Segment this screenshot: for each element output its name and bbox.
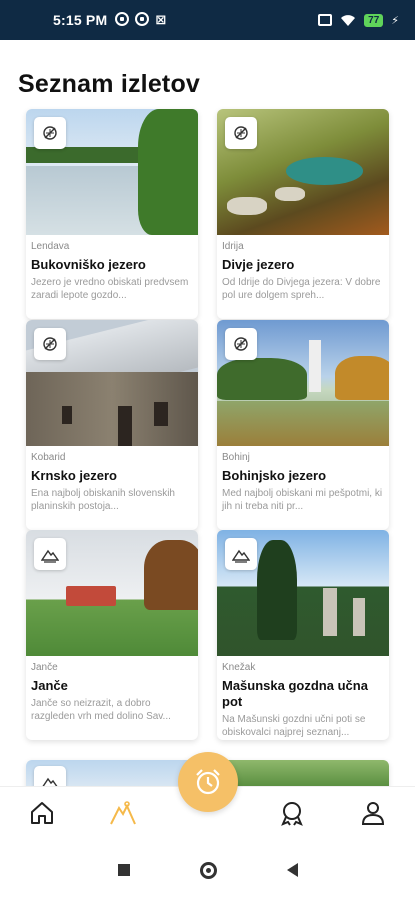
trip-name: Krnsko jezero bbox=[31, 468, 117, 483]
system-navigation-bar bbox=[0, 840, 415, 900]
screen-record-icon bbox=[318, 14, 333, 26]
status-right-icons: 77 ⚡ bbox=[318, 13, 399, 27]
trip-region: Kobarid bbox=[31, 452, 66, 463]
alarm-clock-icon bbox=[196, 769, 220, 795]
trip-card[interactable]: Bohinj Bohinjsko jezero Med najbolj obis… bbox=[217, 320, 389, 530]
status-left-icons: ⊠ bbox=[115, 12, 166, 28]
trip-region: Bohinj bbox=[222, 452, 250, 463]
trip-image bbox=[26, 320, 198, 446]
hiking-icon bbox=[225, 117, 257, 149]
app-screen: 5:15 PM ⊠ 77 ⚡ Seznam izletov Lendava Bu… bbox=[0, 0, 415, 900]
status-time: 5:15 PM bbox=[53, 12, 108, 28]
trip-image bbox=[26, 109, 198, 235]
trip-name: Bohinjsko jezero bbox=[222, 468, 327, 483]
trip-card[interactable]: Kobarid Krnsko jezero Ena najbolj obiska… bbox=[26, 320, 198, 530]
trip-region: Idrija bbox=[222, 241, 244, 252]
trip-description: Ena najbolj obiskanih slovenskih planins… bbox=[31, 488, 175, 512]
trip-region: Janče bbox=[31, 662, 58, 673]
charging-icon: ⚡ bbox=[391, 14, 399, 27]
mail-icon: ⊠ bbox=[155, 12, 167, 27]
trip-name: Bukovniško jezero bbox=[31, 257, 146, 272]
notification-icon bbox=[115, 12, 130, 26]
trips-icon[interactable] bbox=[107, 797, 139, 829]
trip-name: Divje jezero bbox=[222, 257, 295, 272]
page-title: Seznam izletov bbox=[18, 70, 201, 98]
trip-description: Jezero je vredno obiskati predvsem zarad… bbox=[31, 277, 189, 301]
trip-description: Od Idrije do Divjega jezera: V dobre pol… bbox=[222, 277, 381, 301]
trip-card[interactable]: Knežak Mašunska gozdna učna pot Na Mašun… bbox=[217, 530, 389, 740]
trip-card[interactable]: Idrija Divje jezero Od Idrije do Divjega… bbox=[217, 109, 389, 319]
battery-icon: 77 bbox=[364, 13, 384, 27]
mountain-icon bbox=[225, 538, 257, 570]
trip-card[interactable]: Janče Janče Janče so neizrazit, a dobro … bbox=[26, 530, 198, 740]
trip-region: Knežak bbox=[222, 662, 256, 673]
back-icon[interactable] bbox=[286, 863, 298, 877]
trip-image bbox=[217, 320, 389, 446]
trip-image bbox=[26, 530, 198, 656]
hiking-icon bbox=[34, 117, 66, 149]
trip-region: Lendava bbox=[31, 241, 70, 252]
awards-icon[interactable] bbox=[276, 797, 308, 829]
trip-description: Janče so neizrazit, a dobro razgleden vr… bbox=[31, 698, 171, 722]
trip-name: Mašunska gozdna učna pot bbox=[222, 678, 368, 709]
trip-name: Janče bbox=[31, 678, 68, 693]
trip-image bbox=[217, 109, 389, 235]
trip-description: Med najbolj obiskani mi pešpotmi, ki jih… bbox=[222, 488, 383, 512]
hiking-icon bbox=[225, 328, 257, 360]
recent-apps-icon[interactable] bbox=[117, 864, 130, 876]
status-bar: 5:15 PM ⊠ 77 ⚡ bbox=[0, 0, 415, 40]
home-icon[interactable] bbox=[26, 797, 58, 829]
mountain-icon bbox=[34, 538, 66, 570]
battery-level: 77 bbox=[368, 14, 380, 26]
trip-card[interactable]: Lendava Bukovniško jezero Jezero je vred… bbox=[26, 109, 198, 319]
home-button-icon[interactable] bbox=[199, 861, 217, 879]
hiking-icon bbox=[34, 328, 66, 360]
wifi-icon bbox=[341, 14, 356, 26]
trip-description: Na Mašunski gozdni učni poti se obiskova… bbox=[222, 714, 366, 738]
profile-icon[interactable] bbox=[357, 797, 389, 829]
notification-icon bbox=[135, 12, 150, 26]
add-trip-button[interactable] bbox=[178, 752, 238, 812]
trip-image bbox=[217, 530, 389, 656]
